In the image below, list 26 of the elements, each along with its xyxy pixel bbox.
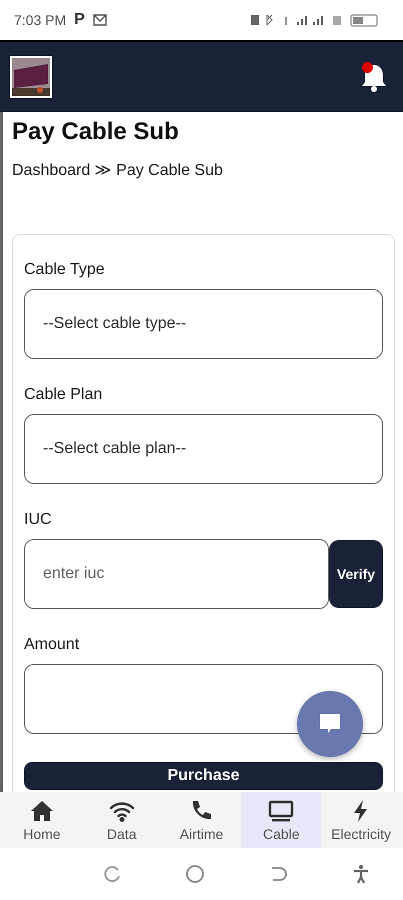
app-letter: P bbox=[74, 11, 85, 29]
field-label: IUC bbox=[24, 511, 53, 529]
nav-tab[interactable]: Cable bbox=[241, 792, 322, 848]
nav-tab[interactable]: Airtime bbox=[162, 792, 242, 848]
breadcrumb: Dashboard ≫ Pay Cable Sub bbox=[12, 161, 224, 180]
field-label: Cable Plan bbox=[24, 386, 104, 404]
nav-tab[interactable]: Data bbox=[82, 792, 162, 848]
field-label: Amount bbox=[24, 636, 80, 654]
input-field[interactable] bbox=[24, 664, 383, 734]
select-field[interactable]: --Select cable plan-- bbox=[24, 414, 383, 484]
input-field[interactable]: enter iuc bbox=[24, 539, 329, 609]
status-time: 7:03 PM bbox=[14, 12, 66, 28]
recent-apps-icon[interactable] bbox=[102, 864, 122, 884]
field-label: Cable Type bbox=[24, 261, 106, 279]
nav-tab[interactable]: Home bbox=[2, 792, 82, 848]
chat-button[interactable] bbox=[297, 691, 363, 757]
home-icon bbox=[28, 798, 55, 824]
verify-button[interactable]: Verify bbox=[329, 540, 383, 608]
home-icon[interactable] bbox=[184, 864, 205, 884]
page-title: Pay Cable Sub bbox=[12, 118, 180, 146]
nav-tab[interactable]: Electricity bbox=[321, 792, 401, 848]
purchase-button[interactable]: Purchase bbox=[24, 762, 383, 790]
logo-thumbnail[interactable] bbox=[10, 56, 52, 98]
monitor-icon bbox=[268, 798, 294, 824]
select-field[interactable]: --Select cable type-- bbox=[24, 289, 383, 359]
mail-icon bbox=[92, 14, 107, 26]
